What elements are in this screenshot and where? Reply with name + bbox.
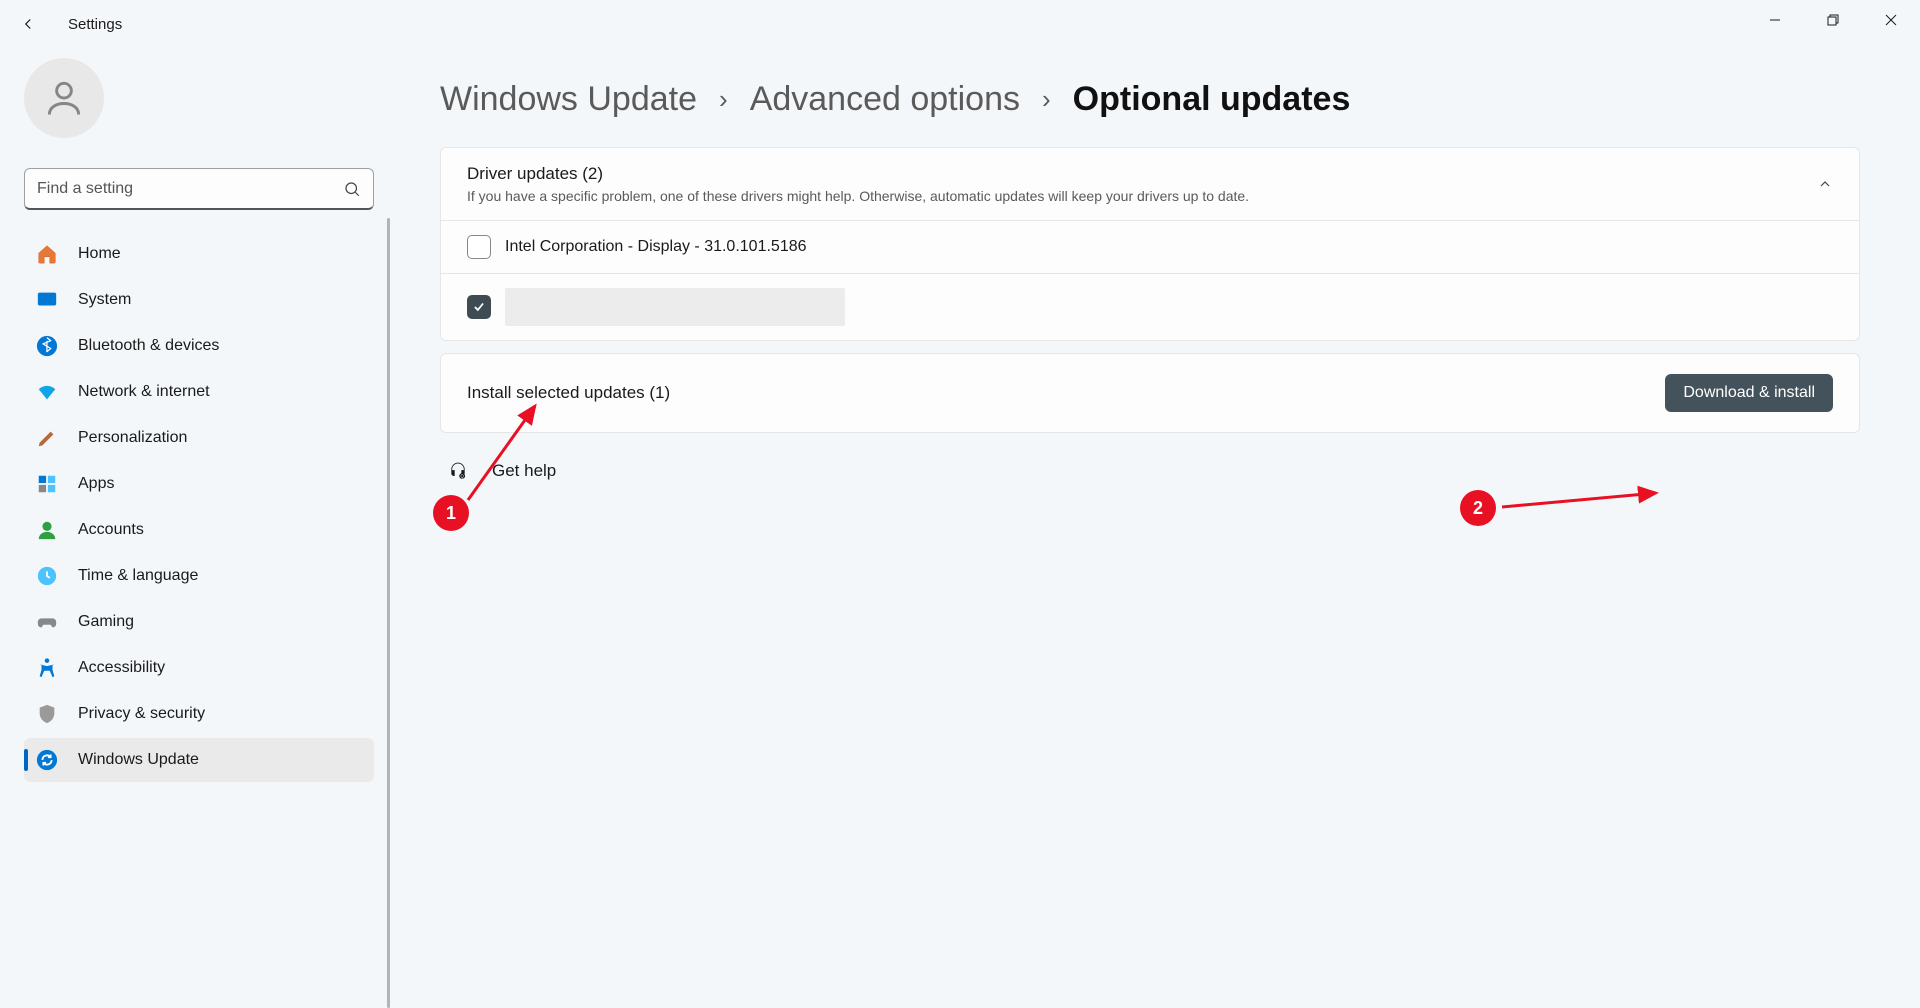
back-button[interactable] bbox=[8, 4, 48, 44]
install-panel: Install selected updates (1) Download & … bbox=[440, 353, 1860, 433]
update-icon bbox=[36, 749, 58, 771]
nav-accounts[interactable]: Accounts bbox=[24, 508, 374, 552]
update-row-1: Intel Corporation - Display - 31.0.101.5… bbox=[441, 220, 1859, 273]
nav-label: Accessibility bbox=[78, 659, 165, 677]
nav-bluetooth[interactable]: Bluetooth & devices bbox=[24, 324, 374, 368]
nav-label: Bluetooth & devices bbox=[78, 337, 219, 355]
update-row-2 bbox=[441, 273, 1859, 340]
app-title: Settings bbox=[68, 16, 122, 33]
avatar[interactable] bbox=[24, 58, 104, 138]
nav-network[interactable]: Network & internet bbox=[24, 370, 374, 414]
sidebar: Home System Bluetooth & devices Network … bbox=[0, 48, 390, 1008]
nav-apps[interactable]: Apps bbox=[24, 462, 374, 506]
minimize-button[interactable] bbox=[1746, 0, 1804, 40]
nav-label: Network & internet bbox=[78, 383, 210, 401]
brush-icon bbox=[36, 427, 58, 449]
sidebar-scrollbar[interactable] bbox=[387, 218, 390, 1008]
content-area: Windows Update › Advanced options › Opti… bbox=[390, 48, 1920, 1008]
breadcrumb: Windows Update › Advanced options › Opti… bbox=[440, 80, 1870, 119]
update-label-1: Intel Corporation - Display - 31.0.101.5… bbox=[505, 238, 807, 256]
search-icon bbox=[343, 180, 361, 198]
nav-label: Apps bbox=[78, 475, 114, 493]
bluetooth-icon bbox=[36, 335, 58, 357]
accessibility-icon bbox=[36, 657, 58, 679]
nav-home[interactable]: Home bbox=[24, 232, 374, 276]
driver-updates-header[interactable]: Driver updates (2) If you have a specifi… bbox=[441, 148, 1859, 220]
search-input[interactable] bbox=[37, 180, 343, 198]
account-icon bbox=[36, 519, 58, 541]
nav-label: System bbox=[78, 291, 131, 309]
update-label-2-redacted bbox=[505, 288, 845, 326]
update-checkbox-1[interactable] bbox=[467, 235, 491, 259]
driver-updates-panel: Driver updates (2) If you have a specifi… bbox=[440, 147, 1860, 341]
nav-accessibility[interactable]: Accessibility bbox=[24, 646, 374, 690]
nav-label: Windows Update bbox=[78, 751, 199, 769]
nav-personalization[interactable]: Personalization bbox=[24, 416, 374, 460]
annotation-callout-2: 2 bbox=[1460, 490, 1496, 526]
chevron-right-icon: › bbox=[1042, 84, 1051, 115]
update-checkbox-2[interactable] bbox=[467, 295, 491, 319]
nav-time-language[interactable]: Time & language bbox=[24, 554, 374, 598]
nav-label: Home bbox=[78, 245, 121, 263]
title-bar: Settings bbox=[0, 0, 1920, 48]
annotation-arrow-1 bbox=[460, 388, 555, 508]
maximize-button[interactable] bbox=[1804, 0, 1862, 40]
search-box[interactable] bbox=[24, 168, 374, 210]
wifi-icon bbox=[36, 381, 58, 403]
window-controls bbox=[1746, 0, 1920, 40]
section-description: If you have a specific problem, one of t… bbox=[467, 188, 1249, 204]
nav-windows-update[interactable]: Windows Update bbox=[24, 738, 374, 782]
clock-icon bbox=[36, 565, 58, 587]
breadcrumb-windows-update[interactable]: Windows Update bbox=[440, 80, 697, 119]
person-icon bbox=[42, 76, 86, 120]
back-icon bbox=[19, 15, 37, 33]
minimize-icon bbox=[1769, 14, 1781, 26]
nav-list: Home System Bluetooth & devices Network … bbox=[24, 232, 390, 782]
shield-icon bbox=[36, 703, 58, 725]
breadcrumb-advanced-options[interactable]: Advanced options bbox=[750, 80, 1020, 119]
nav-gaming[interactable]: Gaming bbox=[24, 600, 374, 644]
chevron-right-icon: › bbox=[719, 84, 728, 115]
home-icon bbox=[36, 243, 58, 265]
nav-label: Personalization bbox=[78, 429, 187, 447]
breadcrumb-optional-updates: Optional updates bbox=[1073, 80, 1351, 119]
nav-label: Accounts bbox=[78, 521, 144, 539]
close-button[interactable] bbox=[1862, 0, 1920, 40]
nav-label: Gaming bbox=[78, 613, 134, 631]
nav-label: Privacy & security bbox=[78, 705, 205, 723]
nav-privacy[interactable]: Privacy & security bbox=[24, 692, 374, 736]
system-icon bbox=[36, 289, 58, 311]
download-install-button[interactable]: Download & install bbox=[1665, 374, 1833, 412]
close-icon bbox=[1885, 14, 1897, 26]
gaming-icon bbox=[36, 611, 58, 633]
maximize-icon bbox=[1827, 14, 1839, 26]
annotation-arrow-2 bbox=[1498, 485, 1668, 525]
apps-icon bbox=[36, 473, 58, 495]
chevron-up-icon bbox=[1817, 176, 1833, 192]
get-help-row[interactable]: Q Get help bbox=[440, 461, 1870, 481]
nav-system[interactable]: System bbox=[24, 278, 374, 322]
nav-label: Time & language bbox=[78, 567, 198, 585]
annotation-callout-1: 1 bbox=[433, 495, 469, 531]
section-title: Driver updates (2) bbox=[467, 164, 1249, 184]
